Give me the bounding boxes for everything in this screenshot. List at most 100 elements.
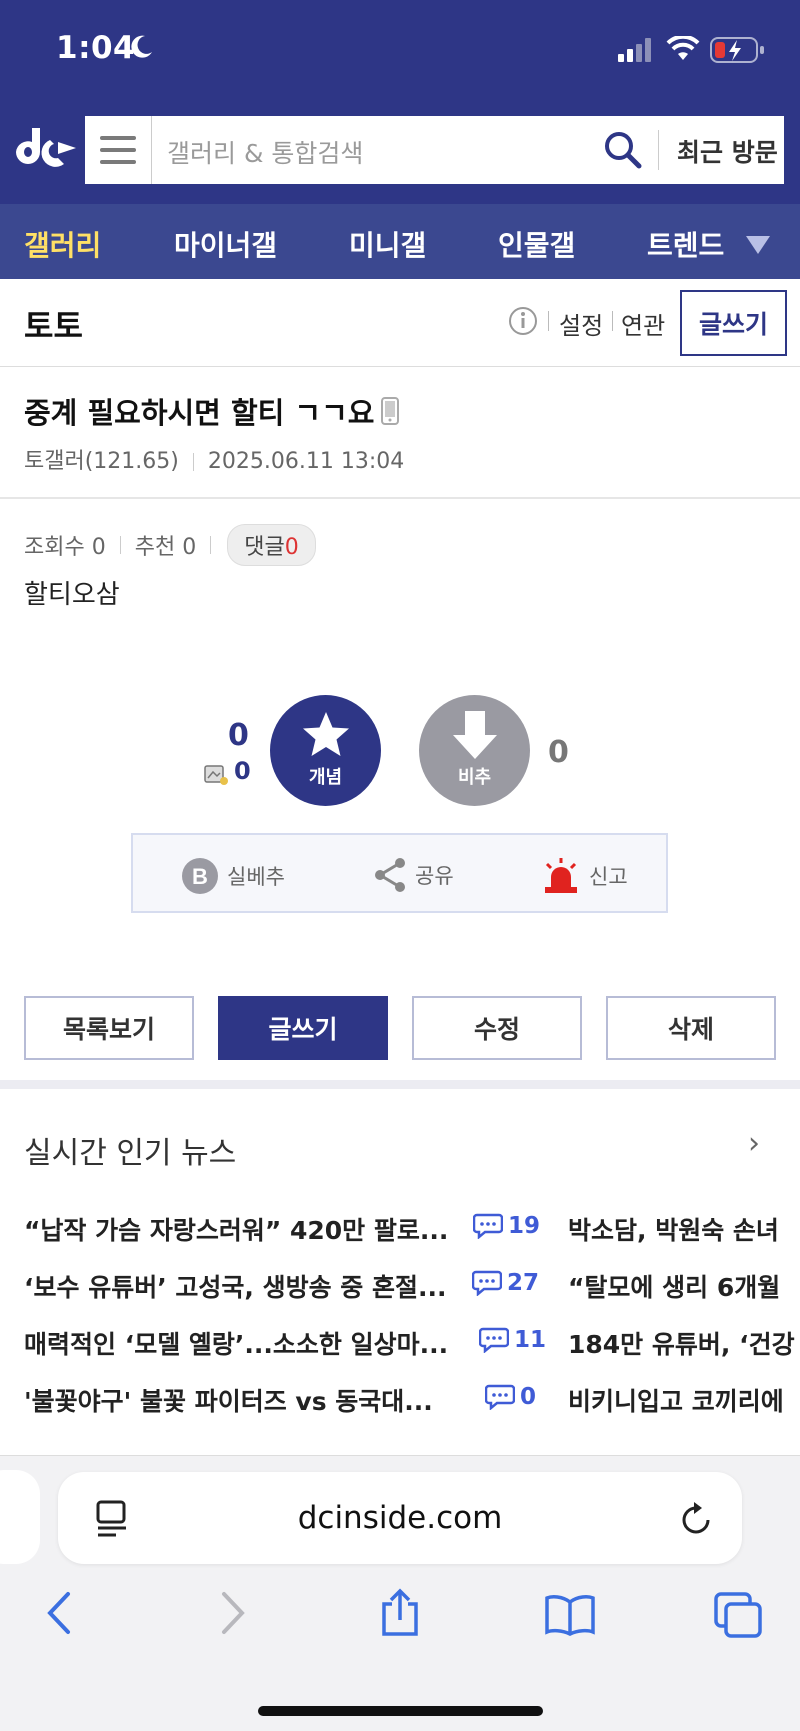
news-headline[interactable]: 박소담, 박원숙 손녀 (568, 1211, 800, 1247)
news-headline[interactable]: “납작 가슴 자랑스러워” 420만 팔로... (24, 1211, 448, 1247)
chevron-right-icon[interactable]: › (748, 1126, 760, 1161)
b-circle-icon: B (182, 858, 218, 894)
battery-icon (710, 37, 764, 63)
downvote-label: 비추 (457, 767, 492, 788)
list-button[interactable]: 목록보기 (24, 996, 194, 1060)
edit-button[interactable]: 수정 (412, 996, 582, 1060)
comment-icon (472, 1270, 502, 1296)
post-title: 중계 필요하시면 할티 ㄱㄱ요 (24, 396, 375, 430)
fixed-recommend-icon (204, 765, 228, 785)
news-headline[interactable]: ‘보수 유튜버’ 고성국, 생방송 중 혼절... (24, 1268, 447, 1304)
delete-button[interactable]: 삭제 (606, 996, 776, 1060)
mobile-icon (381, 397, 399, 425)
nav-minor-gallery[interactable]: 마이너갤 (174, 224, 277, 264)
news-row: ‘보수 유튜버’ 고성국, 생방송 중 혼절... 27 “탈모에 생리 6개월 (24, 1268, 800, 1308)
gallery-title[interactable]: 토토 (24, 301, 83, 347)
nav-expand-icon[interactable] (746, 236, 770, 254)
signal-icon (618, 38, 651, 62)
browser-toolbar: dcinside.com (0, 1456, 800, 1731)
comment-icon (485, 1384, 515, 1410)
comment-count: 0 (284, 535, 299, 560)
report-label: 신고 (589, 865, 628, 889)
section-divider (0, 1080, 800, 1089)
moon-icon (131, 35, 152, 58)
post-meta: 토갤러(121.65) 2025.06.11 13:04 (24, 443, 404, 475)
share-label: 공유 (415, 864, 454, 888)
comment-icon (479, 1327, 509, 1353)
search-input[interactable]: 갤러리 & 통합검색 (167, 134, 363, 170)
home-indicator (258, 1706, 543, 1716)
nav-mini-gallery[interactable]: 미니갤 (349, 224, 426, 264)
gallery-bar-divider (612, 311, 613, 331)
url-text: dcinside.com (297, 1500, 503, 1536)
news-comment-count: 11 (479, 1327, 546, 1353)
news-headline[interactable]: 비키니입고 코끼리에 (568, 1382, 800, 1418)
site-header: 갤러리 & 통합검색 최근 방문 (0, 100, 800, 204)
down-arrow-icon (453, 711, 497, 759)
upvote-button[interactable]: 개념 (270, 695, 381, 806)
dc-logo[interactable] (10, 122, 78, 178)
recent-visit-button[interactable]: 최근 방문 (677, 133, 778, 169)
menu-button[interactable] (85, 116, 152, 184)
news-comment-count: 27 (472, 1270, 539, 1296)
divider (0, 497, 800, 499)
star-icon (303, 712, 349, 756)
news-comment-count: 19 (473, 1213, 540, 1239)
share-sheet-icon[interactable] (378, 1588, 422, 1638)
post-stats: 조회수 0 추천 0 댓글0 (24, 524, 316, 566)
nav-gallery[interactable]: 갤러리 (24, 224, 101, 264)
previous-tab[interactable] (0, 1470, 40, 1564)
news-row: '불꽃야구' 불꽃 파이터즈 vs 동국대... 0 비키니입고 코끼리에 (24, 1382, 800, 1422)
news-headline[interactable]: “탈모에 생리 6개월 (568, 1268, 800, 1304)
post-date: 2025.06.11 13:04 (207, 449, 405, 474)
news-section-title: 실시간 인기 뉴스 (24, 1136, 237, 1171)
nav-trend[interactable]: 트렌드 (647, 224, 724, 264)
svg-text:B: B (192, 864, 208, 889)
post-actions: B 실베추 공유 신고 (131, 833, 668, 913)
comment-label: 댓글 (244, 535, 285, 560)
search-icon[interactable] (603, 130, 643, 170)
comment-count-badge[interactable]: 댓글0 (227, 524, 316, 566)
upvote-count: 0 (228, 718, 249, 753)
back-icon[interactable] (44, 1590, 74, 1636)
post-author[interactable]: 토갤러(121.65) (24, 449, 179, 474)
news-headline[interactable]: 184만 유튜버, ‘건강 (568, 1325, 800, 1361)
gallery-write-button[interactable]: 글쓰기 (680, 290, 787, 356)
settings-link[interactable]: 설정 (559, 306, 603, 341)
search-divider (658, 130, 659, 170)
news-headline[interactable]: '불꽃야구' 불꽃 파이터즈 vs 동국대... (24, 1382, 433, 1418)
downvote-button[interactable]: 비추 (419, 695, 530, 806)
status-bar: 1:04 (0, 0, 800, 100)
gallery-bar-divider (548, 311, 549, 331)
news-comment-count: 0 (485, 1384, 536, 1410)
news-row: “납작 가슴 자랑스러워” 420만 팔로... 19 박소담, 박원숙 손녀 (24, 1211, 800, 1251)
tabs-icon[interactable] (714, 1592, 762, 1638)
wifi-icon (666, 36, 700, 60)
nav-person-gallery[interactable]: 인물갤 (498, 224, 575, 264)
write-button[interactable]: 글쓰기 (218, 996, 388, 1060)
main-nav: 갤러리 마이너갤 미니갤 인물갤 트렌드 (0, 204, 800, 279)
search-box[interactable]: 갤러리 & 통합검색 최근 방문 (83, 114, 786, 186)
view-count: 조회수 0 (24, 535, 106, 560)
share-icon (375, 858, 405, 892)
comment-icon (473, 1213, 503, 1239)
silbe-recommend-button[interactable]: B 실베추 (181, 857, 285, 895)
fixed-recommend-count: 0 (234, 757, 251, 785)
status-time: 1:04 (56, 30, 136, 66)
forward-icon[interactable] (218, 1590, 248, 1636)
bookmarks-icon[interactable] (544, 1594, 596, 1636)
report-button[interactable]: 신고 (541, 857, 628, 895)
reload-icon[interactable] (678, 1500, 714, 1538)
share-button[interactable]: 공유 (373, 857, 454, 893)
address-bar[interactable]: dcinside.com (58, 1472, 742, 1564)
siren-icon (545, 858, 577, 893)
news-headline[interactable]: 매력적인 ‘모델 옐랑’...소소한 일상마... (24, 1325, 448, 1361)
gallery-bar: 토토 설정 연관 글쓰기 (0, 279, 800, 367)
post-body: 할티오삼 (24, 580, 120, 610)
downvote-count: 0 (548, 735, 569, 770)
recommend-count: 추천 0 (134, 535, 197, 560)
info-icon[interactable] (508, 306, 538, 336)
news-row: 매력적인 ‘모델 옐랑’...소소한 일상마... 11 184만 유튜버, ‘… (24, 1325, 800, 1365)
upvote-label: 개념 (308, 767, 343, 788)
related-link[interactable]: 연관 (621, 306, 665, 341)
